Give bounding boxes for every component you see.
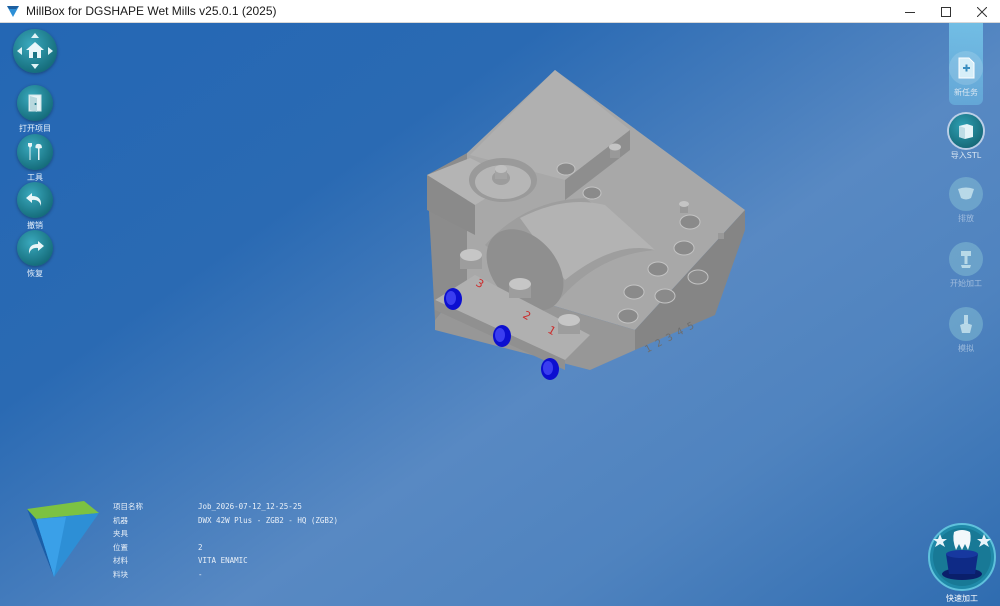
start-machining-label: 开始加工 bbox=[950, 279, 982, 288]
dgshape-logo-icon bbox=[27, 501, 99, 577]
new-document-icon bbox=[949, 51, 983, 85]
fixture-label: 夹具 bbox=[113, 529, 128, 539]
undo-button[interactable]: 撤销 bbox=[14, 182, 56, 231]
fixture-3d-model[interactable]: 3 2 1 1 2 3 4 5 bbox=[415, 70, 750, 395]
window-title: MillBox for DGSHAPE Wet Mills v25.0.1 (2… bbox=[26, 4, 277, 18]
machine-label: 机器 bbox=[113, 515, 128, 525]
redo-button[interactable]: 恢复 bbox=[14, 230, 56, 279]
close-button[interactable] bbox=[964, 0, 1000, 23]
viewport-3d[interactable]: 打开项目 工具 撤销 恢复 新任务 导入STL 排放 开始加工 模拟 3 2 1… bbox=[0, 23, 1000, 606]
import-stl-icon bbox=[949, 114, 983, 148]
minimize-icon bbox=[905, 11, 915, 13]
position-label: 位置 bbox=[113, 542, 128, 552]
new-task-button[interactable]: 新任务 bbox=[942, 51, 990, 98]
home-nav-icon bbox=[13, 29, 57, 73]
tools-button[interactable]: 工具 bbox=[14, 134, 56, 183]
undo-icon bbox=[17, 182, 53, 218]
project-name-label: 项目名称 bbox=[113, 502, 143, 512]
job-info-panel: 项目名称 Job_2026-07-12_12-25-25 机器 DWX 42W … bbox=[113, 500, 338, 581]
material-value: VITA ENAMIC bbox=[198, 556, 248, 566]
home-view-button[interactable] bbox=[13, 29, 57, 73]
info-material: 材料 VITA ENAMIC bbox=[113, 554, 338, 568]
simulate-icon bbox=[949, 307, 983, 341]
machine-value: DWX 42W Plus - ZGB2 - HQ (ZGB2) bbox=[198, 515, 338, 525]
position-value: 2 bbox=[198, 542, 203, 552]
simulate-label: 模拟 bbox=[958, 344, 974, 353]
quick-mill-label: 快速加工 bbox=[946, 594, 978, 603]
redo-label: 恢复 bbox=[27, 269, 43, 278]
info-block: 料块 - bbox=[113, 568, 338, 582]
redo-icon bbox=[17, 230, 53, 266]
nesting-label: 排放 bbox=[958, 214, 974, 223]
block-label: 料块 bbox=[113, 569, 128, 579]
magic-hat-tooth-icon bbox=[928, 523, 996, 591]
open-project-label: 打开项目 bbox=[19, 124, 51, 133]
import-stl-label: 导入STL bbox=[950, 151, 982, 160]
minimize-button[interactable] bbox=[892, 0, 928, 23]
new-task-label: 新任务 bbox=[954, 88, 978, 97]
simulate-button[interactable]: 模拟 bbox=[942, 307, 990, 354]
open-door-icon bbox=[17, 85, 53, 121]
nesting-button[interactable]: 排放 bbox=[942, 177, 990, 224]
import-stl-button[interactable]: 导入STL bbox=[942, 114, 990, 161]
tools-icon bbox=[17, 134, 53, 170]
material-label: 材料 bbox=[113, 556, 128, 566]
info-fixture: 夹具 bbox=[113, 527, 338, 541]
block-value: - bbox=[198, 569, 203, 579]
millbox-logo-icon bbox=[7, 6, 19, 17]
info-machine: 机器 DWX 42W Plus - ZGB2 - HQ (ZGB2) bbox=[113, 514, 338, 528]
maximize-icon bbox=[941, 6, 951, 17]
start-machining-button[interactable]: 开始加工 bbox=[942, 242, 990, 289]
info-position: 位置 2 bbox=[113, 541, 338, 555]
quick-mill-button[interactable]: 快速加工 bbox=[927, 522, 997, 604]
open-project-button[interactable]: 打开项目 bbox=[14, 85, 56, 134]
close-icon bbox=[977, 6, 987, 17]
nesting-icon bbox=[949, 177, 983, 211]
project-name-value: Job_2026-07-12_12-25-25 bbox=[198, 502, 302, 512]
window-controls bbox=[892, 0, 1000, 23]
maximize-button[interactable] bbox=[928, 0, 964, 23]
info-project-name: 项目名称 Job_2026-07-12_12-25-25 bbox=[113, 500, 338, 514]
title-bar: MillBox for DGSHAPE Wet Mills v25.0.1 (2… bbox=[0, 0, 1000, 23]
machining-icon bbox=[949, 242, 983, 276]
